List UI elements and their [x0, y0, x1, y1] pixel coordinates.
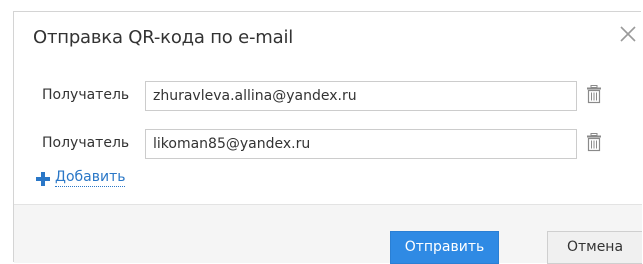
dialog-footer: Отправить Отмена: [14, 204, 642, 264]
close-icon[interactable]: [617, 23, 639, 45]
recipient-row: Получатель: [14, 129, 642, 159]
dialog-title: Отправка QR-кода по e-mail: [33, 27, 294, 48]
recipient-label: Получатель: [42, 87, 130, 103]
recipient-label: Получатель: [42, 135, 130, 151]
send-button[interactable]: Отправить: [390, 231, 499, 264]
cancel-button[interactable]: Отмена: [547, 231, 642, 264]
recipient-email-input[interactable]: [145, 129, 577, 159]
recipient-row: Получатель: [14, 81, 642, 111]
trash-icon[interactable]: [584, 84, 604, 104]
recipient-email-input[interactable]: [145, 81, 577, 111]
plus-icon: [36, 171, 50, 186]
add-link-label: Добавить: [55, 169, 126, 187]
send-qr-dialog: Отправка QR-кода по e-mail Получатель По…: [13, 11, 642, 264]
trash-icon[interactable]: [584, 132, 604, 152]
add-recipient-link[interactable]: Добавить: [36, 169, 126, 187]
